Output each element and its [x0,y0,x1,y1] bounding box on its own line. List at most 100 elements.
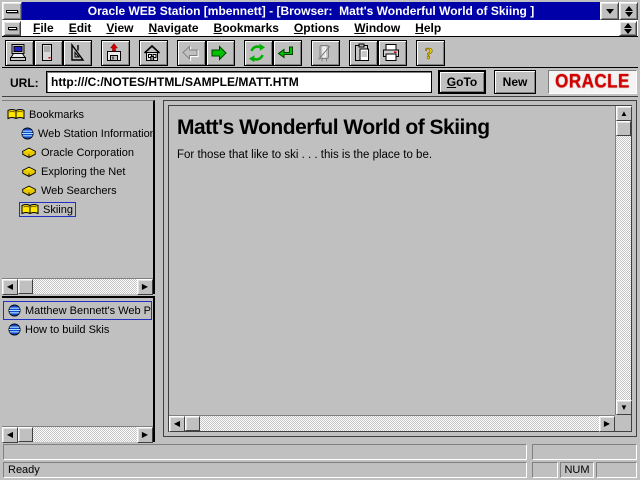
bookmark-item[interactable]: Exploring the Net [2,162,153,181]
reload-button[interactable] [244,40,273,66]
goto-button[interactable]: GoTo [438,70,486,94]
page-list-item-label: Matthew Bennett's Web Pa [25,305,152,317]
scrollbar-thumb[interactable] [18,279,33,294]
status-message: Ready [3,462,527,478]
toolbar-group [244,40,302,66]
bookmark-tree: Bookmarks Web Station Information Oracle C… [2,101,153,219]
scroll-up-button[interactable]: ▲ [616,106,632,121]
oracle-logo-text: ORACLE [555,71,630,93]
help-button[interactable]: ? [416,40,445,66]
bookmark-item-content: Bookmarks [5,107,87,122]
status-field-empty [532,462,558,478]
back-icon [180,43,200,63]
stop-traffic-light-button[interactable] [311,40,340,66]
browser-document-panel: Matt's Wonderful World of Skiing For tho… [163,100,637,437]
system-menu-button[interactable] [2,2,22,20]
server-button[interactable] [34,40,63,66]
page-list-item[interactable]: How to build Skis [3,320,152,339]
forward-icon [209,43,229,63]
bookmark-item[interactable]: Oracle Corporation [2,143,153,162]
help-icon: ? [419,43,439,63]
menu-item-help[interactable]: Help [415,21,441,35]
scroll-left-button[interactable]: ◀ [169,416,185,432]
document-restore-up-icon [624,23,632,28]
toolbar-group [5,40,92,66]
back-button[interactable] [177,40,206,66]
bookmarks-horizontal-scrollbar: ◀ ▶ [2,278,153,294]
menu-items: File Edit View Navigate Bookmarks Options Wind… [21,21,619,35]
menu-item-navigate[interactable]: Navigate [149,21,199,35]
page-list: Matthew Bennett's Web Pa How to build Ski… [2,298,153,339]
document-system-menu-button[interactable] [3,21,21,36]
scrollbar-thumb[interactable] [185,416,200,431]
save-upload-button[interactable] [101,40,130,66]
minimize-button[interactable] [600,2,619,20]
bookmark-item-content: Skiing [19,202,76,217]
bookmark-item-label: Web Station Information [38,128,153,140]
document-horizontal-scrollbar: ◀ ▶ [169,415,615,431]
scrollbar-track[interactable] [616,136,631,400]
scroll-down-button[interactable]: ▼ [616,400,632,415]
title-bar-caption: Oracle WEB Station [mbennett] - [Browser… [22,2,600,20]
window-title: Oracle WEB Station [mbennett] - [Browser… [88,4,534,18]
bookmark-item-content: Oracle Corporation [19,146,137,160]
page-text: For those that like to ski . . . this is… [177,149,615,161]
forward-button[interactable] [206,40,235,66]
bookmark-item[interactable]: Skiing [2,200,153,219]
scrollbar-track[interactable] [33,427,137,442]
paste-button[interactable] [349,40,378,66]
workstation-button[interactable] [5,40,34,66]
open-book-icon [7,108,25,121]
scrollbar-track[interactable] [33,279,137,294]
bookmark-item[interactable]: Bookmarks [2,105,153,124]
new-button[interactable]: New [494,70,536,94]
menu-item-window[interactable]: Window [354,21,400,35]
url-label: URL: [10,76,39,90]
page-title: Matt's Wonderful World of Skiing [177,116,615,140]
closed-book-icon [21,166,37,178]
app-window: Oracle WEB Station [mbennett] - [Browser… [0,0,640,480]
scroll-left-button[interactable]: ◀ [2,427,18,443]
bookmark-item[interactable]: Web Searchers [2,181,153,200]
bookmarks-panel: Bookmarks Web Station Information Oracle C… [2,100,155,294]
stop-traffic-light-icon [314,43,334,63]
document-system-menu-icon [8,27,17,30]
scrollbar-thumb[interactable] [18,427,33,442]
document-restore-down-icon [624,29,632,34]
restore-down-icon [625,12,633,17]
scrollbar-track[interactable] [200,416,599,431]
url-input[interactable] [46,71,432,93]
document-restore-button[interactable] [619,21,637,36]
menu-item-file[interactable]: File [33,21,54,35]
open-book-icon [21,203,39,216]
scrollbar-thumb[interactable] [616,121,631,136]
menu-item-options[interactable]: Options [294,21,339,35]
return-button[interactable] [273,40,302,66]
oracle-logo: ORACLE [548,70,637,94]
bookmark-item-label: Skiing [43,204,73,216]
menu-item-edit[interactable]: Edit [69,21,92,35]
scroll-right-button[interactable]: ▶ [137,279,153,295]
page-list-item[interactable]: Matthew Bennett's Web Pa [3,301,152,320]
svg-text:?: ? [424,44,433,63]
restore-button[interactable] [619,2,638,20]
bookmark-item-content: Web Searchers [19,184,120,198]
menu-item-bookmarks[interactable]: Bookmarks [214,21,279,35]
paste-icon [352,43,372,63]
system-menu-icon [6,10,18,13]
home-button[interactable] [139,40,168,66]
print-button[interactable] [378,40,407,66]
bookmark-item[interactable]: Web Station Information [2,124,153,143]
toolbar-group [101,40,130,66]
scroll-right-button[interactable]: ▶ [599,416,615,432]
workstation-icon [8,43,28,63]
scroll-right-button[interactable]: ▶ [137,427,153,443]
ruler-icon [66,43,86,63]
ruler-button[interactable] [63,40,92,66]
toolbar-group: ? [416,40,445,66]
globe-icon [8,304,21,317]
scroll-left-button[interactable]: ◀ [2,279,18,295]
return-icon [276,43,296,63]
toolbar-group [139,40,168,66]
menu-item-view[interactable]: View [106,21,133,35]
